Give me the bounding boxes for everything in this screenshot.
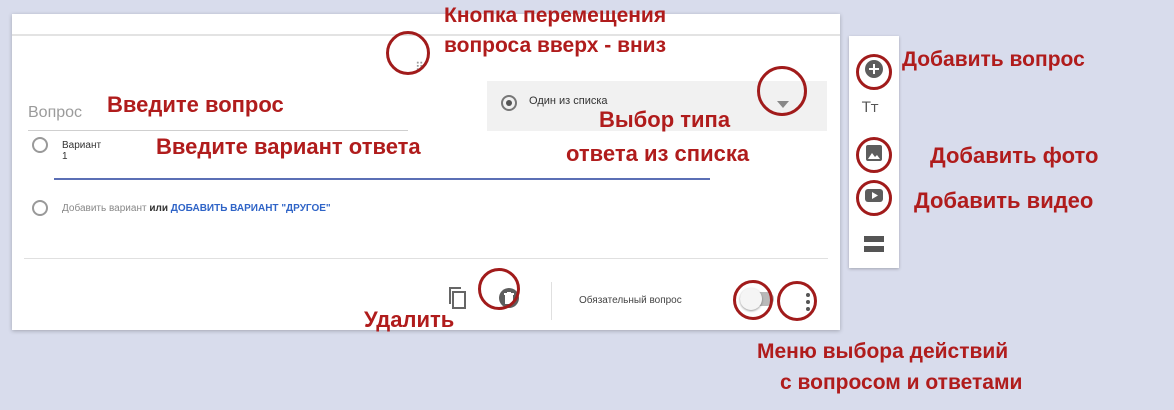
- ring-delete: [478, 268, 520, 310]
- annotation-enter-question: Введите вопрос: [107, 92, 284, 117]
- add-other-link[interactable]: ДОБАВИТЬ ВАРИАНТ "ДРУГОЕ": [171, 203, 331, 214]
- section-bar: [864, 236, 884, 242]
- annotation-drag-line1: Кнопка перемещения: [444, 4, 667, 27]
- annotation-add-question: Добавить вопрос: [902, 48, 1085, 71]
- ring-toggle: [733, 280, 773, 320]
- card-footer-divider: [24, 258, 828, 259]
- add-option-radio: [32, 200, 48, 216]
- question-type-value: Один из списка: [529, 95, 608, 107]
- option-label[interactable]: Вариант 1: [62, 140, 101, 162]
- ring-add-video: [856, 180, 892, 216]
- question-placeholder: Вопрос: [28, 104, 83, 121]
- annotation-menu-line2: с вопросом и ответами: [780, 371, 1023, 394]
- option-radio[interactable]: [32, 137, 48, 153]
- ring-type-arrow: [757, 66, 807, 116]
- annotation-add-photo: Добавить фото: [930, 143, 1099, 168]
- annotation-enter-option: Введите вариант ответа: [156, 134, 421, 159]
- required-label: Обязательный вопрос: [579, 295, 682, 306]
- radio-icon: [501, 95, 517, 111]
- or-label: или: [149, 203, 168, 214]
- annotation-drag-line2: вопроса вверх - вниз: [444, 34, 667, 57]
- annotation-menu-line1: Меню выбора действий: [757, 340, 1009, 363]
- ring-more: [777, 281, 817, 321]
- annotation-add-video: Добавить видео: [914, 188, 1094, 213]
- ring-add-photo: [856, 137, 892, 173]
- annotation-delete: Удалить: [364, 307, 455, 332]
- ring-add-question: [856, 54, 892, 90]
- ring-drag-handle: [386, 31, 430, 75]
- card-top-divider: [12, 34, 840, 36]
- option-underline: [54, 178, 710, 180]
- add-option-link[interactable]: Добавить вариант: [62, 203, 147, 214]
- footer-vertical-divider: [551, 282, 552, 320]
- annotation-type-line2: ответа из списка: [566, 141, 750, 166]
- add-option-text: Добавить вариант или ДОБАВИТЬ ВАРИАНТ "Д…: [62, 203, 331, 214]
- section-icon[interactable]: [864, 236, 884, 254]
- section-bar: [864, 246, 884, 252]
- annotation-type-line1: Выбор типа: [599, 107, 731, 132]
- title-icon[interactable]: Тт: [862, 100, 879, 116]
